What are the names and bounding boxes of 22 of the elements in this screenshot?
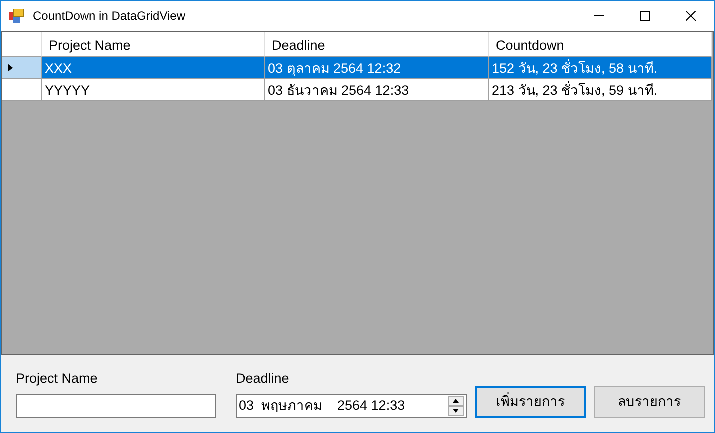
table-cell: 03 ธันวาคม 2564 12:33 bbox=[265, 79, 489, 101]
table-cell: 152 วัน, 23 ชั่วโมง, 58 นาที. bbox=[489, 57, 712, 79]
spinner-icon[interactable] bbox=[448, 396, 464, 416]
input-field[interactable] bbox=[16, 394, 216, 418]
row-pointer-icon bbox=[8, 64, 13, 72]
table-cell: YYYYY bbox=[42, 79, 265, 101]
column-header[interactable]: Countdown bbox=[489, 32, 712, 57]
date-picker[interactable]: 03 พฤษภาคม 2564 12:33 bbox=[236, 394, 467, 418]
table-cell: 213 วัน, 23 ชั่วโมง, 59 นาที. bbox=[489, 79, 712, 101]
table-cell: XXX bbox=[42, 57, 265, 79]
field-label: Project Name bbox=[16, 370, 99, 388]
table-cell: 03 ตุลาคม 2564 12:32 bbox=[265, 57, 489, 79]
app-icon bbox=[9, 9, 25, 23]
field-label: Deadline bbox=[236, 370, 290, 388]
add-button[interactable]: เพิ่มรายการ bbox=[475, 386, 586, 418]
window-title: CountDown in DataGridView bbox=[33, 8, 187, 25]
column-header[interactable]: Deadline bbox=[265, 32, 489, 57]
delete-button[interactable]: ลบรายการ bbox=[594, 386, 705, 418]
maximize-icon bbox=[640, 11, 650, 21]
close-icon bbox=[686, 11, 696, 21]
row-header[interactable] bbox=[2, 57, 42, 79]
column-header[interactable]: Project Name bbox=[42, 32, 265, 57]
